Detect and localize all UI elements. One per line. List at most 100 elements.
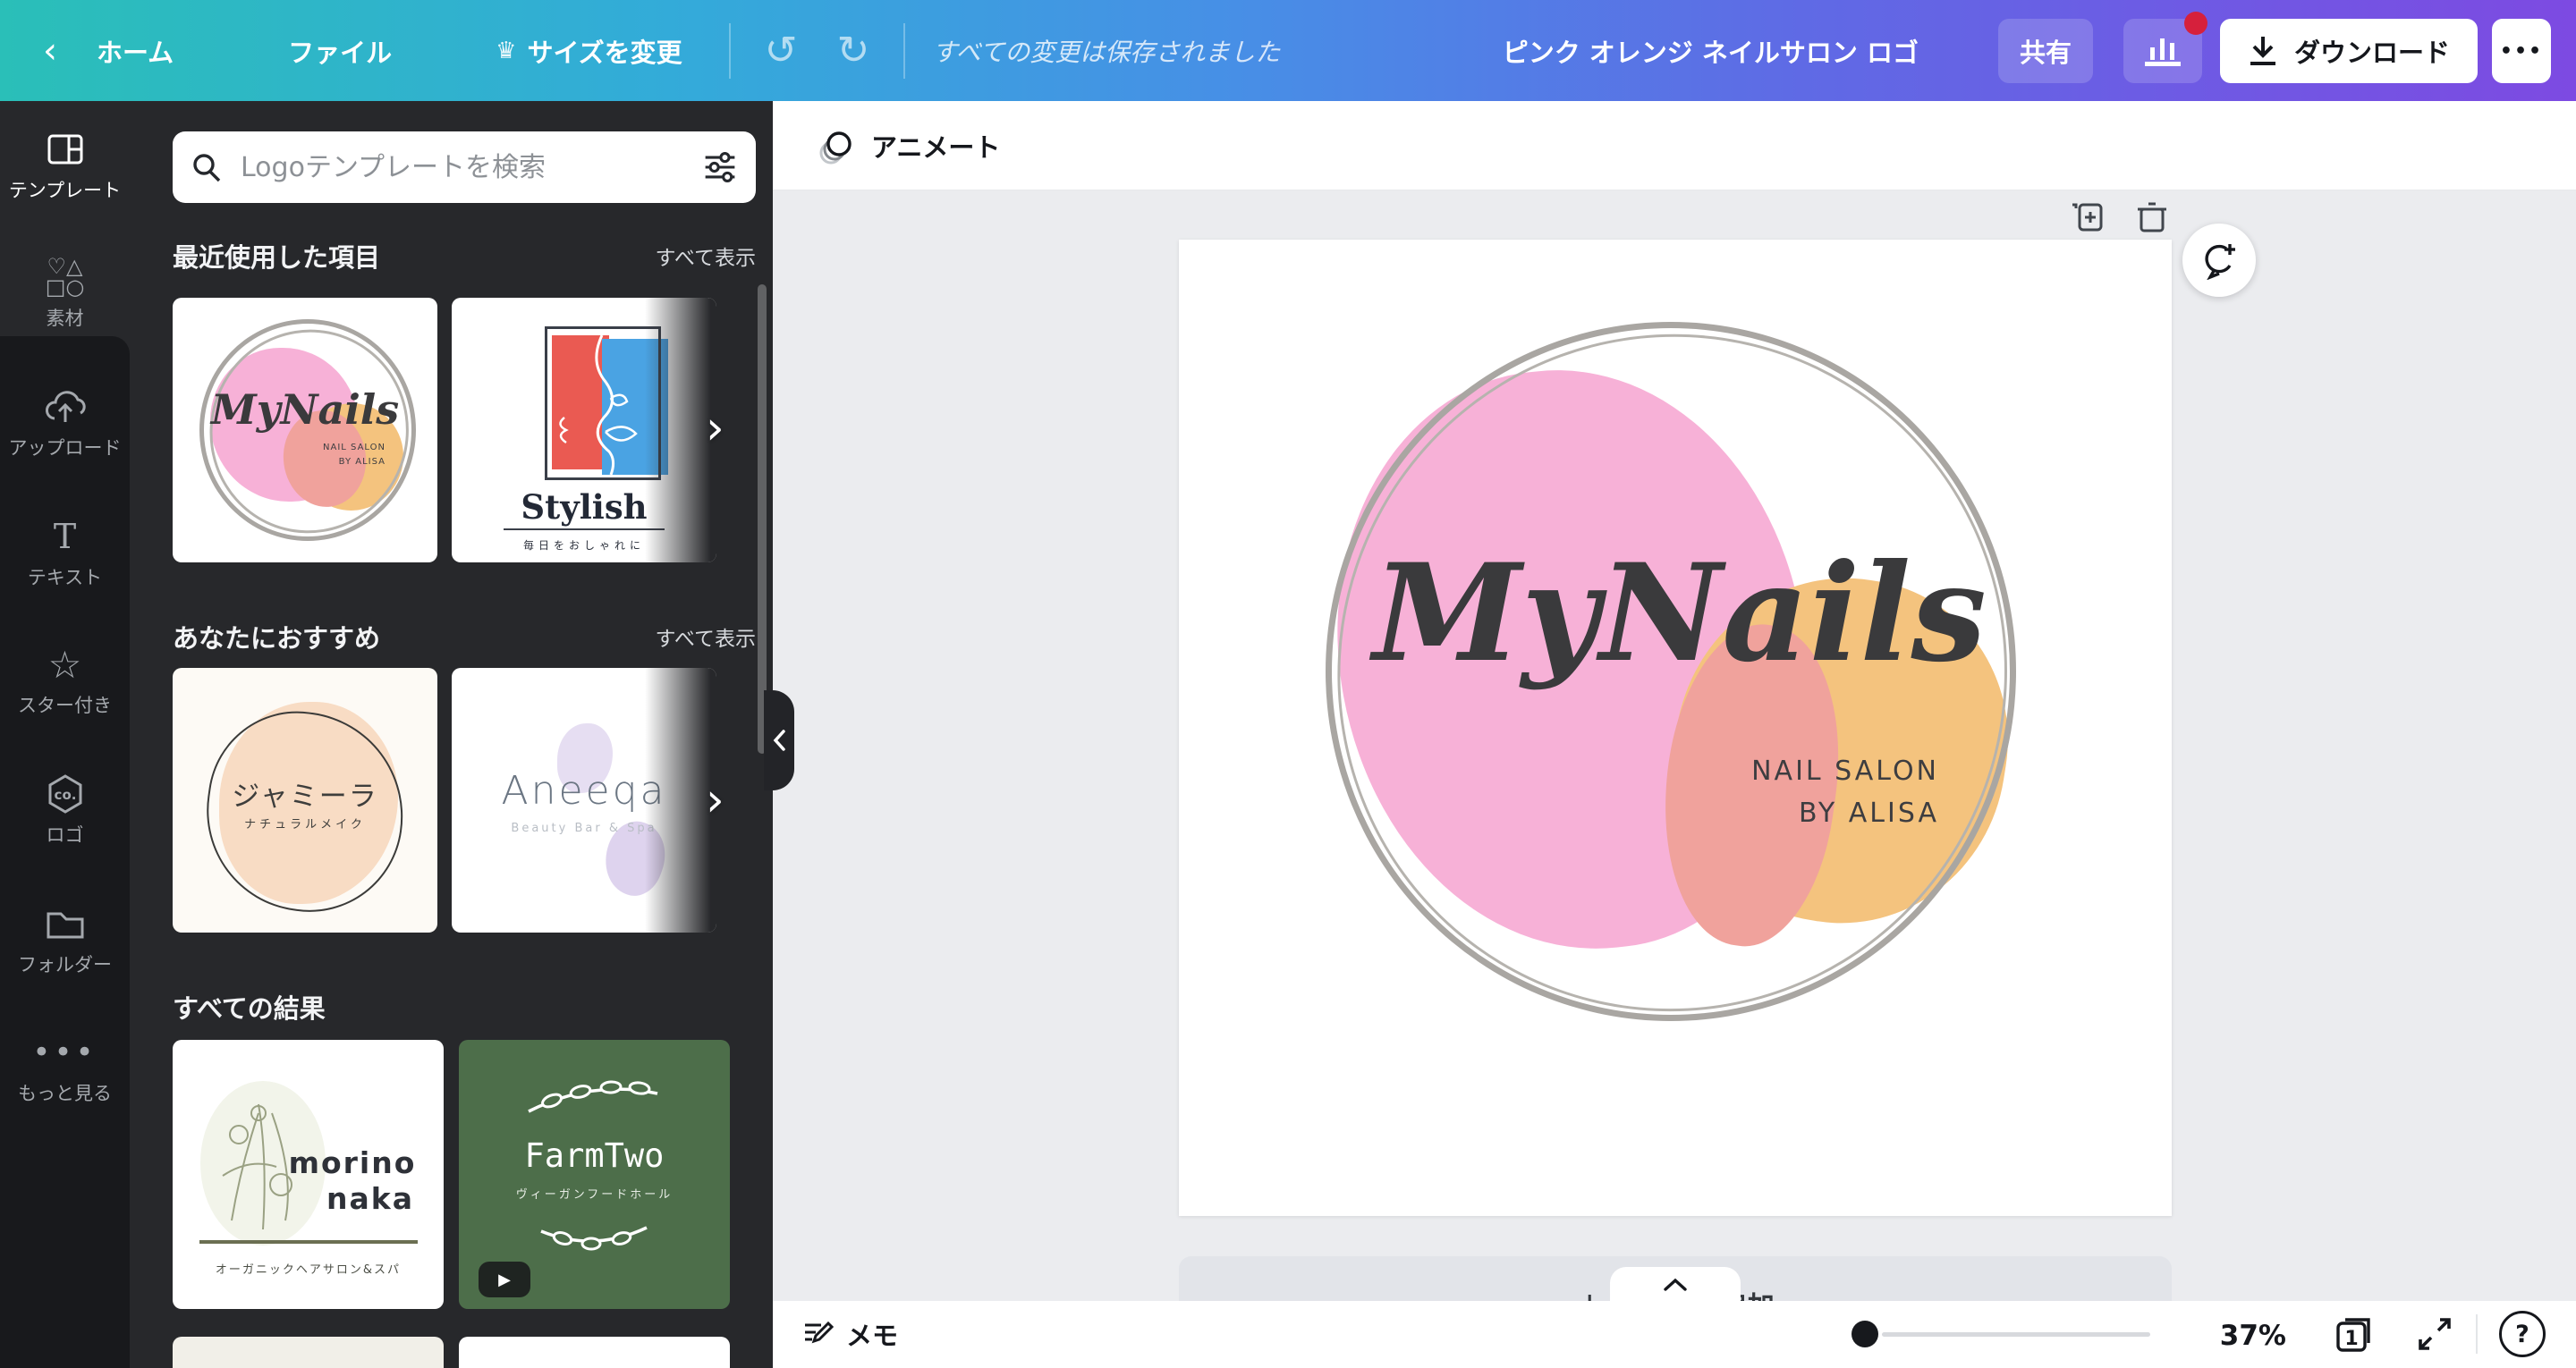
zoom-slider-track[interactable]	[1882, 1332, 2150, 1337]
divider	[504, 528, 665, 530]
collapse-toolbar-button[interactable]	[1610, 1267, 1741, 1303]
template-thumbnail-farmtwo[interactable]: FarmTwo ヴィーガンフードホール ▶	[459, 1040, 730, 1309]
notification-dot	[2184, 12, 2207, 35]
crown-icon: ♛	[496, 38, 516, 64]
memo-button[interactable]: メモ	[791, 1312, 909, 1356]
resize-button[interactable]: ♛ サイズを変更	[496, 32, 682, 70]
bottom-bar: メモ 37% 1 ?	[773, 1301, 2576, 1368]
carousel-next-icon[interactable]: ›	[706, 405, 724, 452]
share-button[interactable]: 共有	[1998, 19, 2093, 83]
divider	[199, 1240, 418, 1244]
pages-button[interactable]: 1	[2329, 1310, 2379, 1358]
sidebar-item-templates[interactable]: テンプレート	[0, 128, 130, 203]
laurel-top	[521, 1072, 665, 1119]
search-icon	[191, 151, 223, 183]
add-comment-button[interactable]	[2182, 224, 2256, 297]
sidebar-item-logos[interactable]: co. ロゴ	[0, 773, 130, 848]
template-thumbnail-partial[interactable]	[459, 1337, 730, 1368]
notes-icon	[801, 1318, 834, 1350]
thumb-logo-sub: BY ALISA	[173, 457, 386, 467]
fullscreen-button[interactable]	[2411, 1310, 2458, 1358]
help-button[interactable]: ?	[2497, 1310, 2547, 1358]
back-icon[interactable]: ‹	[43, 30, 57, 72]
templates-panel: 最近使用した項目 すべて表示 MyNails NAIL SALON BY ALI…	[130, 101, 773, 1368]
svg-text:co.: co.	[54, 787, 76, 803]
section-recent: 最近使用した項目 すべて表示	[173, 237, 756, 274]
question-icon: ?	[2499, 1311, 2546, 1357]
bar-chart-icon	[2143, 33, 2182, 69]
more-options-button[interactable]: •••	[2492, 19, 2551, 83]
undo-icon[interactable]: ↺	[765, 31, 798, 71]
folder-icon	[0, 902, 130, 945]
template-thumbnail-partial[interactable]	[173, 1337, 444, 1368]
video-play-badge[interactable]: ▶	[479, 1262, 530, 1297]
divider	[729, 23, 731, 79]
delete-page-button[interactable]	[2132, 198, 2170, 236]
design-title[interactable]: ピンク オレンジ ネイルサロン ロゴ	[1503, 0, 1919, 101]
expand-icon	[2415, 1314, 2454, 1354]
template-thumbnail-mynails[interactable]: MyNails NAIL SALON BY ALISA	[173, 298, 437, 562]
template-search[interactable]	[173, 131, 756, 203]
design-subtitle-text[interactable]: BY ALISA	[1537, 798, 1939, 829]
section-recommended: あなたにおすすめ すべて表示	[173, 618, 756, 655]
divider	[2476, 1314, 2478, 1354]
thumb-logo-title: ジャミーラ	[173, 773, 437, 814]
file-menu-button[interactable]: ファイル	[288, 32, 392, 70]
thumb-logo-title: FarmTwo	[459, 1136, 730, 1175]
zoom-slider-knob[interactable]	[1852, 1321, 1878, 1347]
redo-icon[interactable]: ↻	[836, 31, 869, 71]
upload-icon	[0, 385, 130, 428]
save-status: すべての変更は保存されました	[932, 33, 1280, 69]
chevron-left-icon	[771, 728, 787, 753]
carousel-next-icon[interactable]: ›	[706, 777, 724, 823]
thumb-logo-sub: ナチュラルメイク	[173, 815, 437, 832]
top-bar: ‹ ホーム ファイル ♛ サイズを変更 ↺ ↻ すべての変更は保存されました ピ…	[0, 0, 2576, 101]
sidebar-rail: テンプレート ♡△□○ 素材 アップロード T テキスト ☆ スター付き	[0, 101, 130, 1368]
template-thumbnail-jamila[interactable]: ジャミーラ ナチュラルメイク	[173, 668, 437, 933]
template-icon	[0, 128, 130, 171]
sidebar-item-folders[interactable]: フォルダー	[0, 902, 130, 977]
thumb-logo-sub: ヴィーガンフードホール	[459, 1185, 730, 1202]
sidebar-inactive-block	[0, 336, 130, 1368]
search-input[interactable]	[239, 151, 702, 184]
divider	[903, 23, 905, 79]
template-thumbnail-morino[interactable]: morino naka オーガニックヘアサロン&スパ	[173, 1040, 444, 1309]
see-all-link[interactable]: すべて表示	[656, 241, 756, 271]
see-all-link[interactable]: すべて表示	[656, 621, 756, 652]
delete-page-icon	[2133, 199, 2169, 235]
duplicate-page-icon	[2069, 199, 2105, 235]
panel-collapse-button[interactable]	[764, 690, 794, 790]
home-button[interactable]: ホーム	[97, 32, 174, 70]
design-title-text[interactable]: MyNails	[1313, 535, 2046, 692]
animate-button[interactable]: アニメート	[800, 117, 1016, 174]
filter-icon[interactable]	[702, 149, 738, 185]
design-page[interactable]: MyNails NAIL SALON BY ALISA	[1179, 240, 2172, 1216]
zoom-level: 37%	[2197, 1320, 2286, 1352]
play-icon: ▶	[498, 1271, 511, 1289]
sidebar-item-elements[interactable]: ♡△□○ 素材	[0, 256, 130, 331]
thumb-logo-title: naka	[289, 1181, 444, 1216]
template-thumbnail-stylish[interactable]: Stylish 毎日をおしゃれに	[452, 298, 716, 562]
duplicate-page-button[interactable]	[2068, 198, 2106, 236]
section-all-results: すべての結果	[173, 988, 756, 1026]
ellipsis-icon: •••	[0, 1031, 130, 1074]
thumb-logo-title: MyNails	[173, 385, 437, 434]
logo-icon: co.	[0, 773, 130, 815]
comment-plus-icon	[2199, 241, 2239, 280]
thumb-logo-title: morino	[271, 1145, 434, 1180]
sidebar-item-text[interactable]: T テキスト	[0, 515, 130, 590]
sidebar-item-more[interactable]: ••• もっと見る	[0, 1031, 130, 1106]
sidebar-item-uploads[interactable]: アップロード	[0, 385, 130, 460]
canvas-toolbar: アニメート	[773, 101, 2576, 190]
text-icon: T	[0, 515, 130, 558]
frame-outline	[545, 326, 661, 480]
section-title: すべての結果	[173, 988, 326, 1026]
star-icon: ☆	[0, 643, 130, 686]
template-thumbnail-aneeqa[interactable]: Aneeqa Beauty Bar & Spa	[452, 668, 716, 933]
panel-scrollbar[interactable]	[758, 284, 767, 754]
design-subtitle-text[interactable]: NAIL SALON	[1537, 756, 1939, 787]
sidebar-item-starred[interactable]: ☆ スター付き	[0, 643, 130, 718]
download-button[interactable]: ダウンロード	[2220, 19, 2478, 83]
chevron-up-icon	[1662, 1278, 1689, 1292]
download-icon	[2248, 35, 2278, 67]
